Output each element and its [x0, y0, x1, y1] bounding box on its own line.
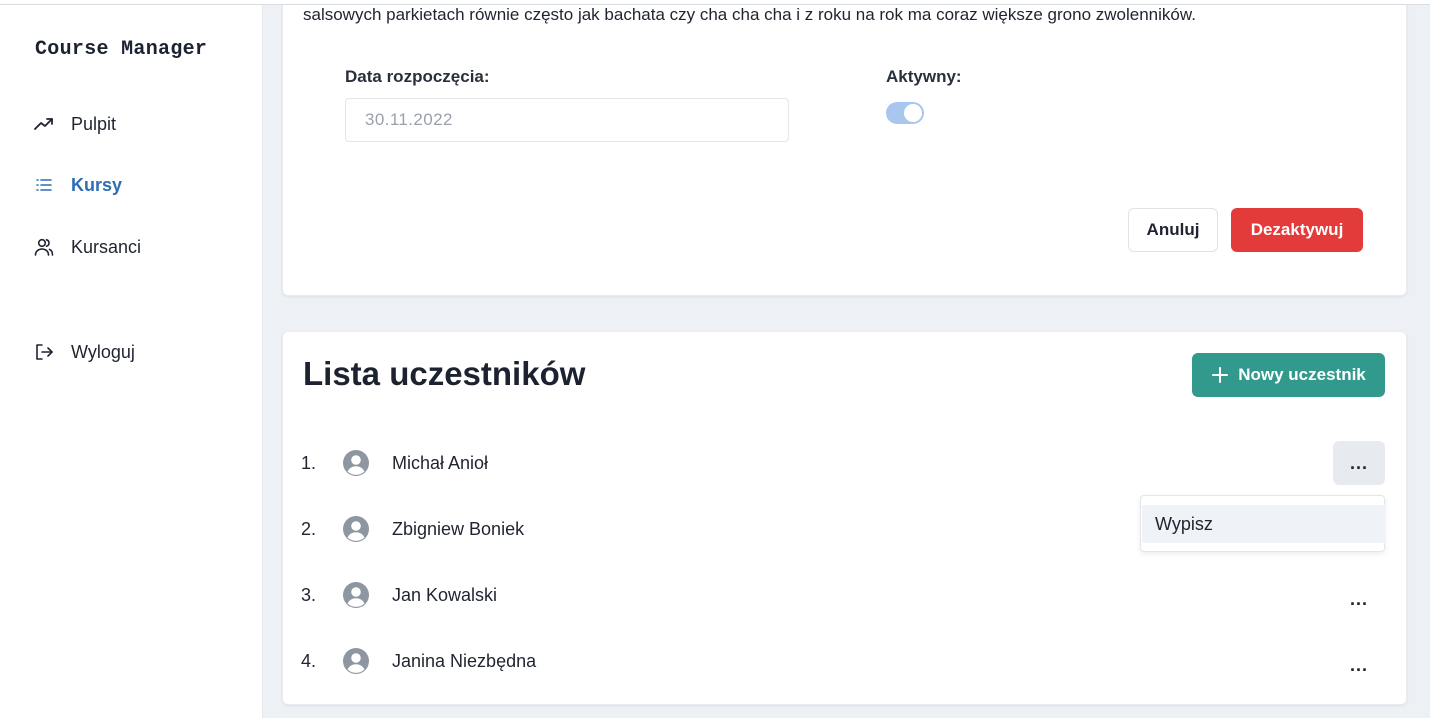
logout-button[interactable]: Wyloguj	[34, 337, 135, 367]
sidebar-item-kursy[interactable]: Kursy	[34, 170, 122, 200]
row-number: 1.	[301, 453, 317, 473]
row-actions-button[interactable]: ...	[1333, 441, 1385, 485]
sidebar-item-label: Pulpit	[71, 113, 117, 134]
start-date-field[interactable]	[345, 98, 789, 142]
avatar-icon	[342, 647, 370, 675]
plus-icon	[1211, 366, 1229, 384]
avatar-icon	[342, 581, 370, 609]
cancel-button[interactable]: Anuluj	[1128, 208, 1218, 252]
participant-name: Zbigniew Boniek	[392, 519, 525, 539]
participants-title: Lista uczestników	[303, 355, 586, 392]
avatar-icon	[342, 449, 370, 477]
new-participant-button[interactable]: Nowy uczestnik	[1192, 353, 1385, 397]
participant-name: Jan Kowalski	[392, 585, 498, 605]
sidebar-item-pulpit[interactable]: Pulpit	[34, 109, 116, 139]
logout-icon	[34, 342, 54, 362]
row-actions-button[interactable]: ...	[1333, 643, 1385, 687]
active-toggle[interactable]	[886, 102, 924, 124]
course-description: salsowych parkietach równie często jak b…	[303, 5, 1196, 24]
participant-name: Janina Niezbędna	[392, 651, 537, 671]
avatar-icon	[342, 515, 370, 543]
deactivate-button[interactable]: Dezaktywuj	[1231, 208, 1363, 252]
row-actions-menu: Wypisz	[1140, 495, 1385, 552]
participant-name: Michał Anioł	[392, 453, 489, 473]
users-icon	[34, 237, 54, 257]
new-participant-label: Nowy uczestnik	[1238, 365, 1366, 384]
start-date-label: Data rozpoczęcia:	[345, 67, 490, 86]
sidebar-item-label: Kursy	[71, 174, 123, 195]
row-number: 4.	[301, 651, 317, 671]
sidebar-item-label: Kursanci	[71, 236, 142, 257]
trending-up-icon	[34, 114, 54, 134]
active-label: Aktywny:	[886, 67, 962, 86]
app-title: Course Manager	[35, 38, 208, 61]
window-top-edge	[0, 0, 1430, 5]
sidebar-item-kursanci[interactable]: Kursanci	[34, 232, 141, 262]
toggle-knob	[904, 104, 922, 122]
row-number: 3.	[301, 585, 317, 605]
logout-label: Wyloguj	[71, 341, 135, 362]
menu-item-unenroll[interactable]: Wypisz	[1142, 505, 1385, 543]
row-number: 2.	[301, 519, 317, 539]
list-icon	[34, 175, 54, 195]
sidebar: Course Manager Pulpit Kursy Kursanci Wyl…	[0, 0, 263, 718]
row-actions-button[interactable]: ...	[1333, 577, 1385, 621]
